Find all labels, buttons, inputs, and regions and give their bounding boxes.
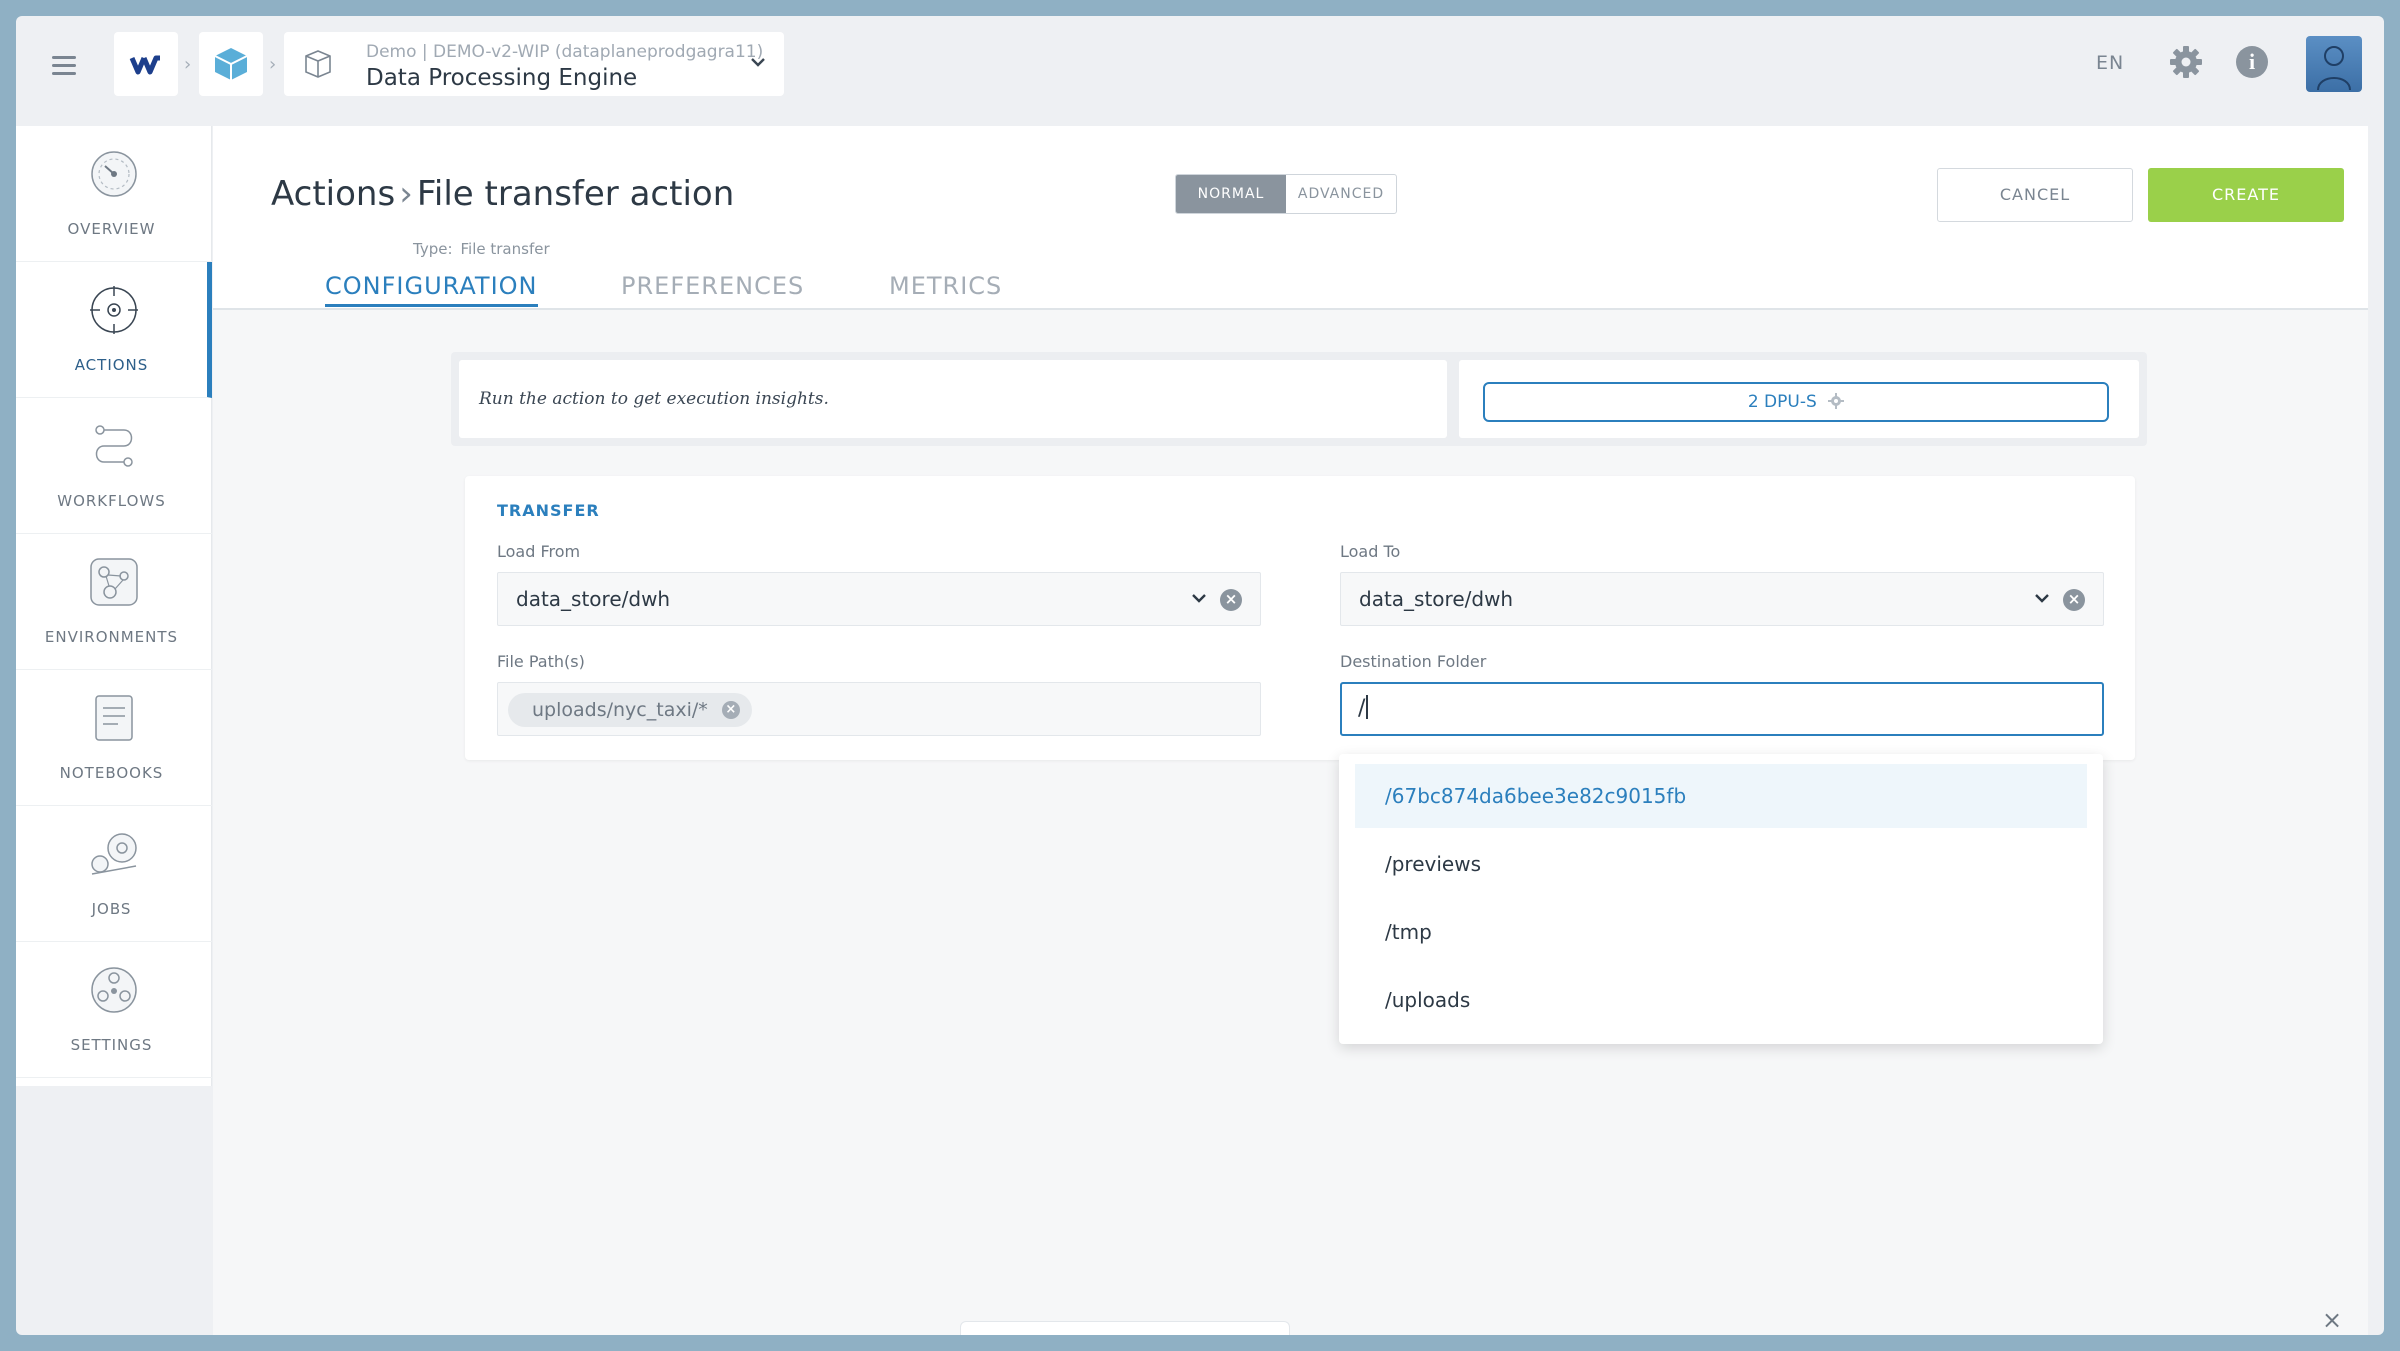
mode-advanced-button[interactable]: ADVANCED: [1286, 175, 1396, 213]
logo-icon: [129, 55, 160, 75]
cube-icon: [214, 48, 248, 80]
top-bar: › › Demo | DEMO-v2-WIP (dataplaneprodgag…: [16, 16, 2384, 126]
load-to-label: Load To: [1340, 542, 1401, 561]
chevron-right-icon: ›: [184, 54, 192, 75]
info-icon[interactable]: i: [2236, 46, 2268, 78]
sidebar-item-label: JOBS: [91, 900, 132, 918]
language-selector[interactable]: EN: [2096, 52, 2124, 74]
gear-icon: [1828, 393, 1845, 409]
overview-icon: [91, 151, 137, 197]
sidebar-item-label: WORKFLOWS: [57, 492, 166, 510]
jobs-icon: [91, 833, 137, 875]
dpu-panel: 2 DPU-S: [1459, 360, 2139, 438]
notebooks-icon: [95, 695, 133, 741]
load-to-value: data_store/dwh: [1359, 587, 1514, 611]
tab-metrics[interactable]: METRICS: [889, 272, 1002, 300]
cancel-button[interactable]: CANCEL: [1937, 168, 2133, 222]
dropdown-option[interactable]: /uploads: [1355, 968, 2087, 1032]
insights-message-box: Run the action to get execution insights…: [459, 360, 1447, 438]
page-title: File transfer action: [416, 174, 735, 214]
transfer-card: TRANSFER Load From data_store/dwh × Load…: [465, 476, 2135, 760]
transfer-section-title: TRANSFER: [497, 501, 600, 520]
type-label: Type:: [413, 240, 453, 258]
sidebar-item-environments[interactable]: ENVIRONMENTS: [16, 534, 212, 670]
text-caret: [1366, 695, 1369, 719]
project-subtitle: Demo | DEMO-v2-WIP (dataplaneprodgagra11…: [366, 42, 764, 62]
sidebar-item-label: ENVIRONMENTS: [44, 628, 179, 646]
project-title: Data Processing Engine: [366, 65, 638, 91]
avatar[interactable]: [2306, 36, 2362, 92]
load-from-select[interactable]: data_store/dwh ×: [497, 572, 1261, 626]
sidebar-item-actions[interactable]: ACTIONS: [16, 262, 212, 398]
project-selector[interactable]: Demo | DEMO-v2-WIP (dataplaneprodgagra11…: [284, 32, 784, 96]
load-to-select[interactable]: data_store/dwh ×: [1340, 572, 2104, 626]
chevron-down-icon[interactable]: [1190, 589, 1208, 607]
destination-folder-label: Destination Folder: [1340, 652, 1487, 671]
dropdown-option[interactable]: /previews: [1355, 832, 2087, 896]
user-icon: [2317, 46, 2351, 91]
sidebar-item-jobs[interactable]: JOBS: [16, 806, 212, 942]
chevron-right-icon: ›: [399, 174, 413, 214]
settings-icon: [91, 967, 137, 1013]
create-button[interactable]: CREATE: [2148, 168, 2344, 222]
environments-icon: [90, 558, 138, 606]
dropdown-option[interactable]: /tmp: [1355, 900, 2087, 964]
load-from-label: Load From: [497, 542, 581, 561]
sidebar-item-label: SETTINGS: [70, 1036, 153, 1054]
main-panel: Actions › File transfer action Type: File t…: [213, 126, 2368, 1335]
close-icon[interactable]: ×: [2322, 1306, 2342, 1334]
app-logo-crumb[interactable]: [114, 32, 178, 96]
workspace-crumb[interactable]: [199, 32, 263, 96]
type-value: File transfer: [460, 240, 550, 258]
destination-folder-dropdown: /67bc874da6bee3e82c9015fb /previews /tmp…: [1339, 754, 2103, 1044]
mode-normal-button[interactable]: NORMAL: [1176, 175, 1286, 213]
file-path-chip: uploads/nyc_taxi/* ×: [508, 693, 752, 727]
tab-preferences[interactable]: PREFERENCES: [621, 272, 804, 300]
chevron-right-icon: ›: [269, 54, 277, 75]
sidebar-item-label: ACTIONS: [74, 356, 149, 374]
action-type: Type: File transfer: [413, 240, 550, 258]
breadcrumb: Actions › File transfer action: [271, 174, 734, 214]
sidebar-item-label: OVERVIEW: [67, 220, 156, 238]
breadcrumb-actions-link[interactable]: Actions: [271, 174, 395, 214]
workflows-icon: [95, 425, 133, 467]
chevron-down-icon[interactable]: [748, 52, 768, 72]
sidebar-item-notebooks[interactable]: NOTEBOOKS: [16, 670, 212, 806]
file-path-chip-label: uploads/nyc_taxi/*: [532, 699, 708, 721]
mode-toggle: NORMAL ADVANCED: [1175, 174, 1397, 214]
gear-icon[interactable]: [2168, 44, 2204, 80]
sidebar-item-settings[interactable]: SETTINGS: [16, 942, 212, 1078]
sidebar-item-overview[interactable]: OVERVIEW: [16, 126, 212, 262]
actions-icon: [90, 286, 138, 334]
box-icon: [305, 50, 331, 78]
destination-folder-input[interactable]: /: [1340, 682, 2104, 736]
dpu-button[interactable]: 2 DPU-S: [1483, 382, 2109, 422]
load-from-value: data_store/dwh: [516, 587, 671, 611]
bottom-panel-handle[interactable]: [960, 1321, 1290, 1335]
app-window: › › Demo | DEMO-v2-WIP (dataplaneprodgag…: [16, 16, 2384, 1335]
tab-configuration[interactable]: CONFIGURATION: [325, 272, 538, 307]
remove-chip-icon[interactable]: ×: [721, 701, 740, 719]
menu-icon[interactable]: [52, 56, 76, 76]
sidebar: OVERVIEW ACTIONS WORKFLOWS ENVIRONMENTS …: [16, 126, 212, 1086]
file-paths-input[interactable]: uploads/nyc_taxi/* ×: [497, 682, 1261, 736]
clear-icon[interactable]: ×: [1220, 589, 1242, 611]
chevron-down-icon[interactable]: [2033, 589, 2051, 607]
dropdown-option[interactable]: /67bc874da6bee3e82c9015fb: [1355, 764, 2087, 828]
destination-folder-value: /: [1358, 696, 1366, 721]
dpu-label: 2 DPU-S: [1747, 392, 1817, 412]
insights-message: Run the action to get execution insights…: [479, 389, 829, 409]
file-paths-label: File Path(s): [497, 652, 585, 671]
clear-icon[interactable]: ×: [2063, 589, 2085, 611]
sidebar-item-label: NOTEBOOKS: [59, 764, 164, 782]
sidebar-item-workflows[interactable]: WORKFLOWS: [16, 398, 212, 534]
insights-panel: Run the action to get execution insights…: [451, 352, 2147, 446]
